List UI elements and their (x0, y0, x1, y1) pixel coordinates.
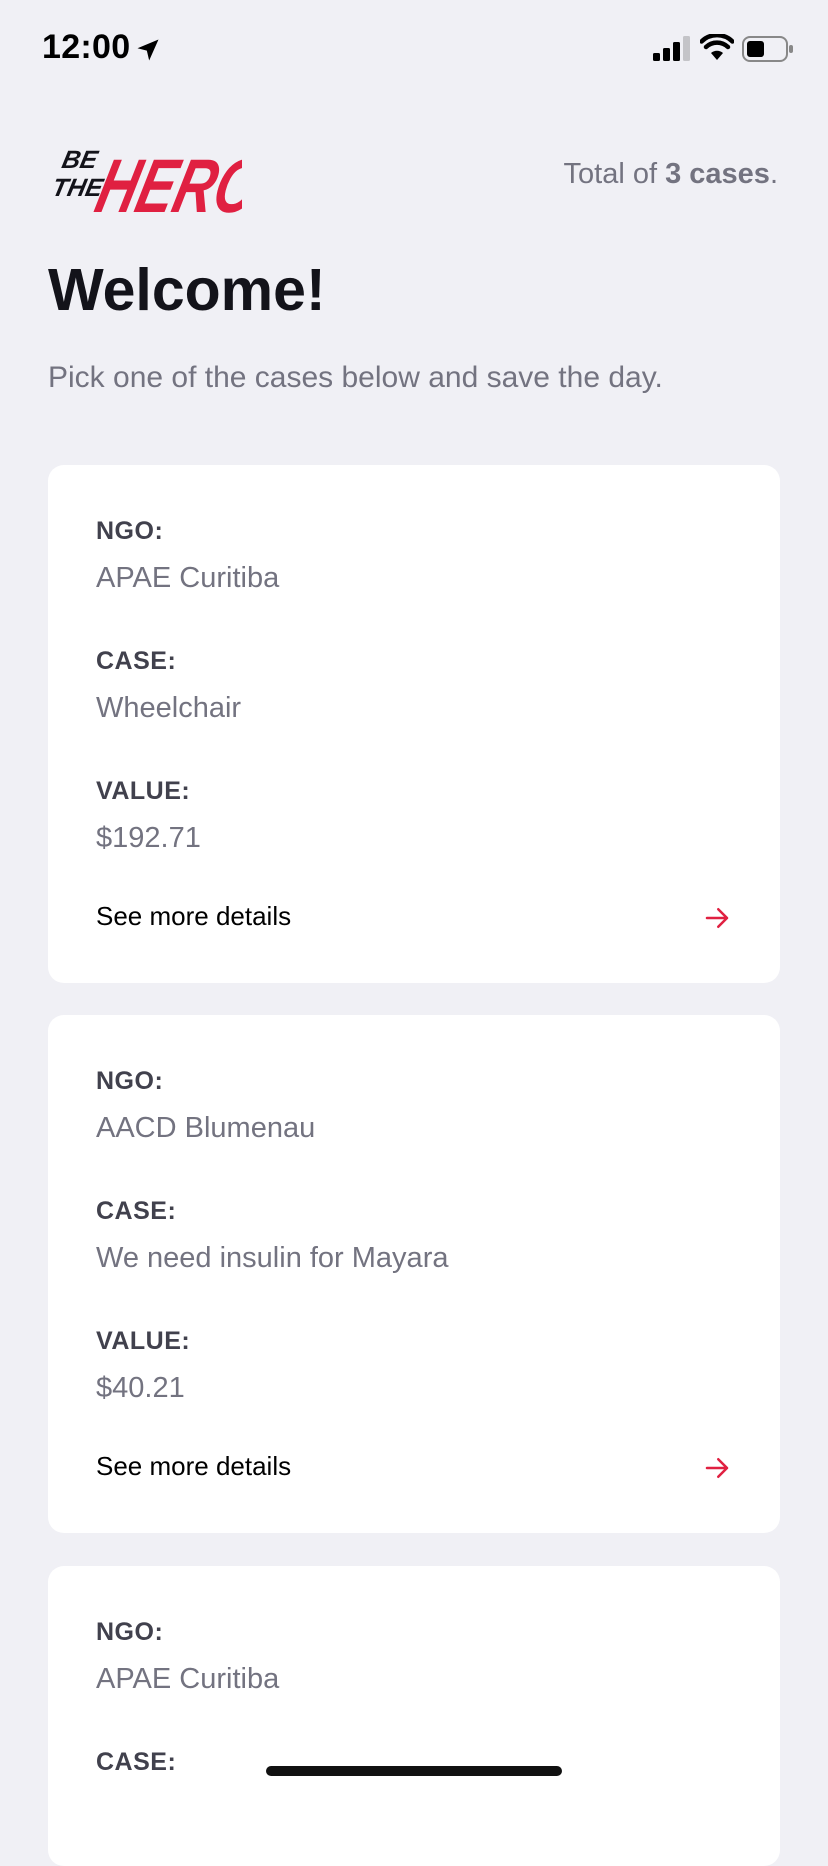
status-bar: 12:00 (0, 0, 828, 100)
case-card: NGO: APAE Curitiba CASE: (48, 1566, 780, 1866)
total-count: 3 cases (665, 158, 770, 190)
case-value: We need insulin for Mayara (96, 1242, 449, 1274)
case-value: Wheelchair (96, 692, 242, 724)
arrow-right-icon[interactable] (702, 1453, 732, 1483)
logo-text-be: BE (60, 146, 102, 174)
ngo-value: AACD Blumenau (96, 1112, 316, 1144)
wifi-icon (700, 34, 734, 60)
ngo-value: APAE Curitiba (96, 1663, 280, 1695)
home-indicator[interactable] (266, 1766, 562, 1776)
ngo-label: NGO: (96, 517, 164, 545)
case-card: NGO: APAE Curitiba CASE: Wheelchair VALU… (48, 465, 780, 983)
value-amount: $192.71 (96, 822, 201, 854)
location-arrow-icon (137, 39, 159, 61)
value-label: VALUE: (96, 777, 191, 805)
value-amount: $40.21 (96, 1372, 185, 1404)
status-time: 12:00 (42, 28, 131, 66)
total-cases-text: Total of 3 cases. (564, 158, 778, 191)
ngo-label: NGO: (96, 1067, 164, 1095)
battery-icon (742, 36, 793, 62)
cellular-signal-icon (653, 36, 690, 61)
page-title: Welcome! (48, 257, 326, 323)
ngo-value: APAE Curitiba (96, 562, 280, 594)
be-the-hero-logo: BE THE HERO (50, 144, 242, 218)
value-label: VALUE: (96, 1327, 191, 1355)
case-label: CASE: (96, 647, 177, 675)
see-more-details-button[interactable]: See more details (96, 891, 732, 943)
total-suffix: . (769, 158, 778, 190)
page-subtitle: Pick one of the cases below and save the… (48, 361, 663, 394)
total-prefix: Total of (563, 158, 666, 190)
case-label: CASE: (96, 1748, 177, 1776)
see-more-details-label: See more details (96, 901, 292, 931)
logo-text-hero: HERO (88, 144, 242, 218)
case-label: CASE: (96, 1197, 177, 1225)
case-card: NGO: AACD Blumenau CASE: We need insulin… (48, 1015, 780, 1533)
arrow-right-icon[interactable] (702, 903, 732, 933)
see-more-details-button[interactable]: See more details (96, 1441, 732, 1493)
see-more-details-label: See more details (96, 1451, 292, 1481)
ngo-label: NGO: (96, 1618, 164, 1646)
